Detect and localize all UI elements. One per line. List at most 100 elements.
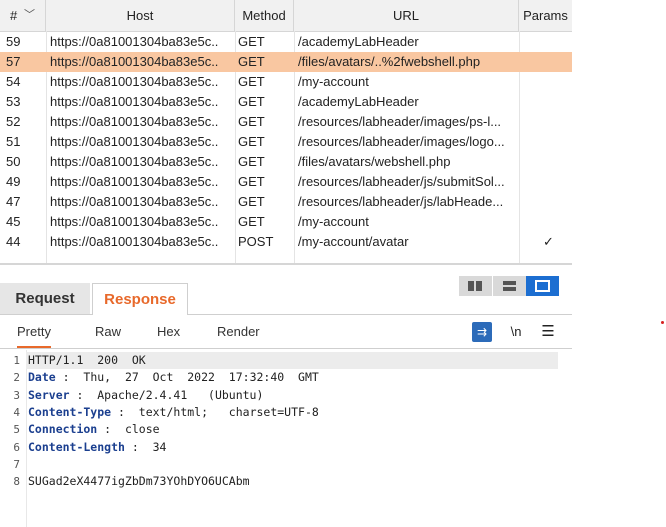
cell-host: https://0a81001304ba83e5c.. [50, 234, 219, 249]
cell-num: 53 [6, 94, 21, 109]
cell-num: 50 [6, 154, 21, 169]
cell-host: https://0a81001304ba83e5c.. [50, 194, 219, 209]
code-line: Content-Type : text/html; charset=UTF-8 [28, 404, 319, 421]
cell-url: /my-account [298, 214, 369, 229]
line-text: : Thu, 27 Oct 2022 17:32:40 GMT [55, 370, 319, 385]
cell-method: GET [238, 114, 265, 129]
cell-url: /resources/labheader/js/submitSol... [298, 174, 505, 189]
cell-num: 54 [6, 74, 21, 89]
column-header-host[interactable]: Host [46, 0, 235, 31]
cell-method: GET [238, 214, 265, 229]
cell-method: GET [238, 154, 265, 169]
tab-hex[interactable]: Hex [157, 316, 180, 348]
cell-url: /files/avatars/..%2fwebshell.php [298, 54, 481, 69]
line-number: 3 [13, 388, 20, 402]
line-number: 2 [13, 371, 20, 385]
code-line: HTTP/1.1 200 OK [26, 352, 558, 370]
cell-method: GET [238, 94, 265, 109]
cell-method: GET [238, 74, 265, 89]
cell-host: https://0a81001304ba83e5c.. [50, 94, 219, 109]
cell-num: 52 [6, 114, 21, 129]
cell-num: 57 [6, 54, 21, 69]
line-text: : close [97, 422, 160, 437]
message-tabs: Request Response [0, 283, 572, 315]
cell-params [519, 112, 572, 132]
cell-method: GET [238, 134, 265, 149]
cell-host: https://0a81001304ba83e5c.. [50, 74, 219, 89]
column-header-number[interactable]: # ﹀ [0, 0, 46, 31]
cell-url: /academyLabHeader [298, 34, 419, 49]
line-text: : Apache/2.4.41 (Ubuntu) [69, 387, 264, 402]
table-row[interactable]: 47 https://0a81001304ba83e5c.. GET/resourc… [0, 192, 572, 212]
cell-params [519, 152, 572, 172]
table-row[interactable]: 45 https://0a81001304ba83e5c.. GET/my-acco… [0, 212, 572, 232]
line-number: 6 [13, 440, 20, 454]
table-row[interactable]: 54 https://0a81001304ba83e5c.. GET/my-acco… [0, 72, 572, 92]
header-name: Content-Type [28, 404, 112, 419]
tab-pretty[interactable]: Pretty [17, 316, 51, 348]
code-line: Connection : close [28, 421, 160, 438]
table-row[interactable]: 51 https://0a81001304ba83e5c.. GET/resourc… [0, 132, 572, 152]
cell-num: 49 [6, 174, 21, 189]
cell-host: https://0a81001304ba83e5c.. [50, 214, 219, 229]
header-name: Date [28, 370, 56, 385]
column-header-url[interactable]: URL [294, 0, 519, 31]
cell-host: https://0a81001304ba83e5c.. [50, 174, 219, 189]
cell-params: ✓ [543, 234, 554, 249]
view-tabs: Pretty Raw Hex Render ⇉ \n ☰ [0, 316, 572, 349]
cell-params [519, 212, 572, 232]
menu-icon[interactable]: ☰ [538, 322, 558, 342]
cell-url: /resources/labheader/js/labHeade... [298, 194, 504, 209]
cell-method: GET [238, 34, 265, 49]
table-header: # ﹀ Host Method URL Params [0, 0, 572, 32]
line-text: HTTP/1.1 200 OK [28, 353, 146, 367]
cell-params [519, 92, 572, 112]
cell-url: /my-account/avatar [298, 234, 409, 249]
tab-response[interactable]: Response [92, 283, 188, 315]
column-header-method[interactable]: Method [235, 0, 294, 31]
cell-host: https://0a81001304ba83e5c.. [50, 114, 219, 129]
cell-url: /academyLabHeader [298, 94, 419, 109]
red-dot-marker [661, 321, 664, 324]
line-text: SUGad2eX4477igZbDm73YOhDYO6UCAbm [28, 474, 250, 489]
cell-params [519, 132, 572, 152]
code-line: SUGad2eX4477igZbDm73YOhDYO6UCAbm [28, 473, 250, 490]
code-line: Content-Length : 34 [28, 439, 166, 456]
table-row[interactable]: 53 https://0a81001304ba83e5c.. GET/academy… [0, 92, 572, 112]
header-name: Connection [28, 422, 98, 437]
line-text: : 34 [124, 439, 167, 454]
table-row[interactable]: 49 https://0a81001304ba83e5c.. GET/resourc… [0, 172, 572, 192]
tab-request[interactable]: Request [0, 283, 90, 314]
code-line: Server : Apache/2.4.41 (Ubuntu) [28, 387, 263, 404]
tab-render[interactable]: Render [217, 316, 260, 348]
cell-params [519, 72, 572, 92]
table-row[interactable]: 50 https://0a81001304ba83e5c.. GET/files/a… [0, 152, 572, 172]
cell-params [519, 192, 572, 212]
table-row[interactable]: 52 https://0a81001304ba83e5c.. GET/resourc… [0, 112, 572, 132]
line-number: 4 [13, 405, 20, 419]
cell-method: GET [238, 174, 265, 189]
code-line: Date : Thu, 27 Oct 2022 17:32:40 GMT [28, 369, 319, 386]
word-wrap-icon[interactable]: ⇉ [472, 322, 492, 342]
cell-num: 47 [6, 194, 21, 209]
cell-host: https://0a81001304ba83e5c.. [50, 54, 219, 69]
line-number: 1 [13, 354, 20, 367]
table-row[interactable]: 59 https://0a81001304ba83e5c.. GET/academy… [0, 32, 572, 52]
header-name: Content-Length [28, 439, 125, 454]
cell-url: /resources/labheader/images/logo... [298, 134, 505, 149]
line-number: 8 [13, 475, 20, 489]
cell-method: GET [238, 54, 265, 69]
newline-toggle-icon[interactable]: \n [505, 322, 527, 342]
header-name: Server [28, 387, 70, 402]
cell-url: /files/avatars/webshell.php [298, 154, 451, 169]
response-editor[interactable]: 1 HTTP/1.1 200 OK 2 Date : Thu, 27 Oct 2022… [0, 350, 572, 527]
column-header-params[interactable]: Params [519, 0, 572, 31]
line-text: : text/html; charset=UTF-8 [111, 404, 319, 419]
cell-num: 44 [6, 234, 21, 249]
sort-chevron-icon[interactable]: ﹀ [24, 0, 35, 31]
table-row[interactable]: 57 https://0a81001304ba83e5c.. GET/files/a… [0, 52, 572, 72]
tab-raw[interactable]: Raw [95, 316, 121, 348]
table-row[interactable]: 44 https://0a81001304ba83e5c.. POST/my-acc… [0, 232, 572, 252]
line-number: 7 [13, 457, 20, 471]
cell-url: /resources/labheader/images/ps-l... [298, 114, 502, 129]
